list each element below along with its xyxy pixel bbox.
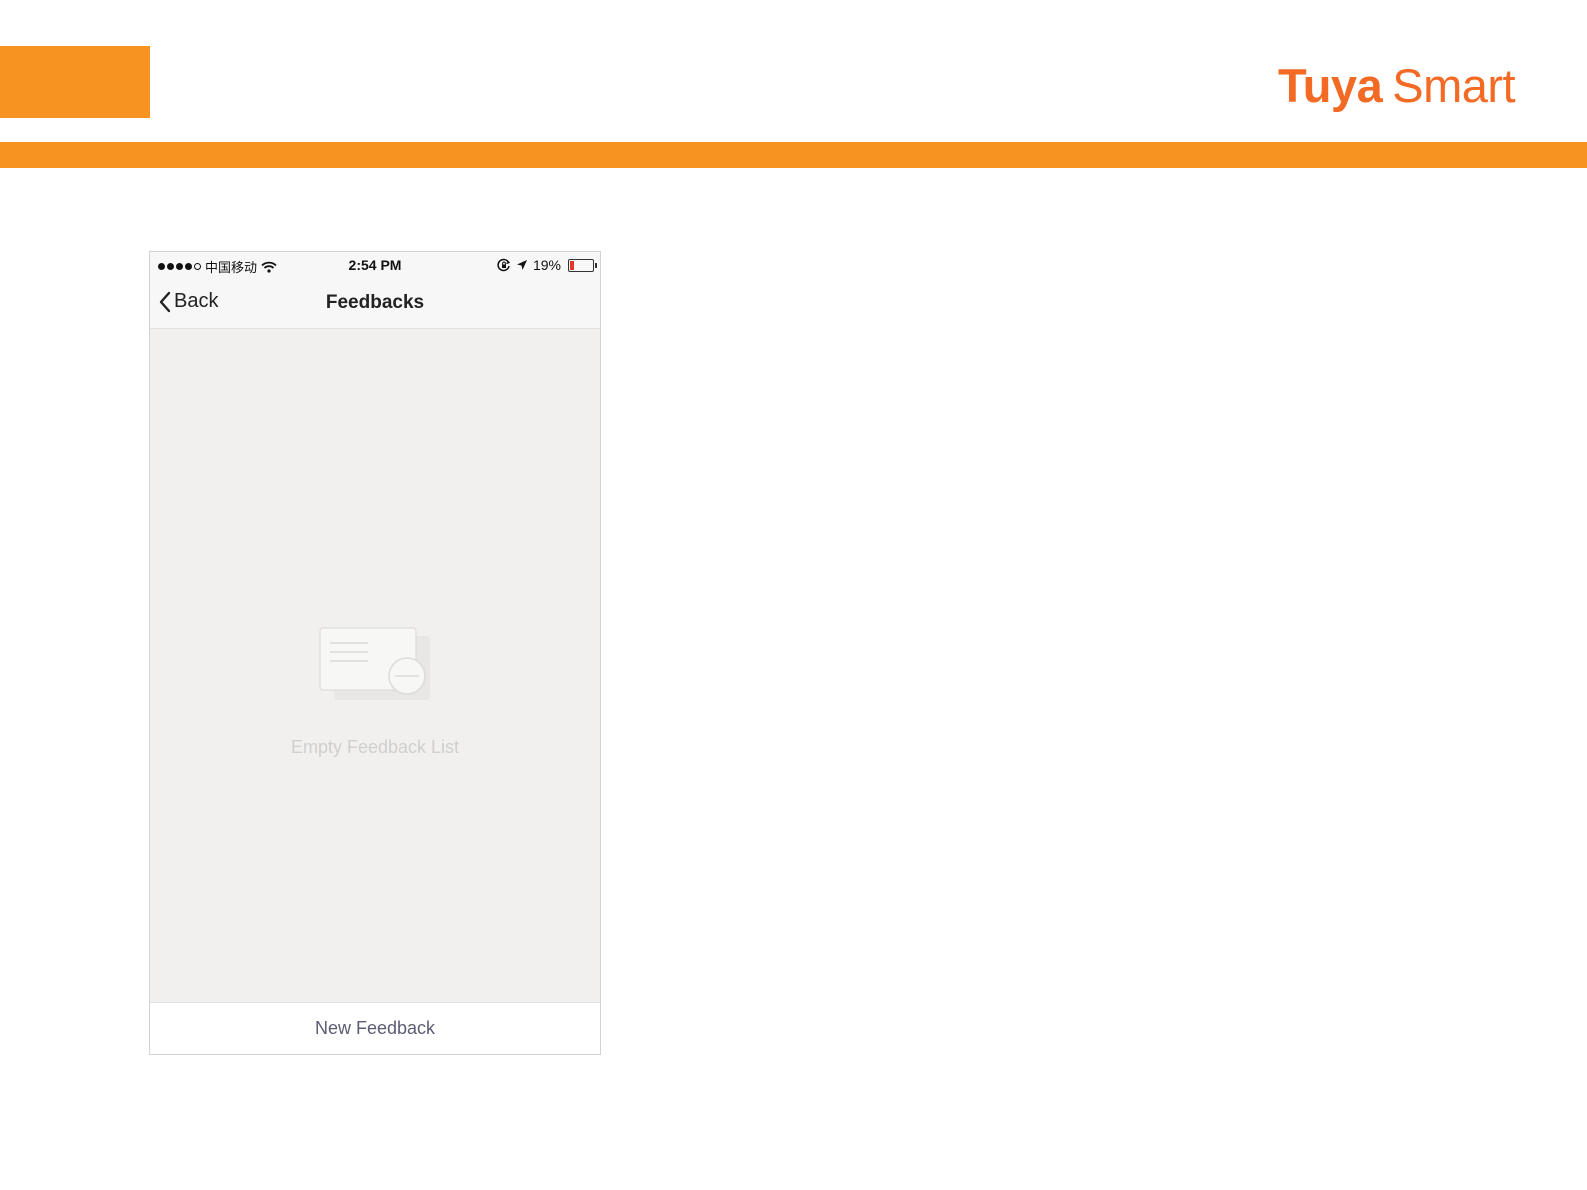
logo-bold-text: Tuya [1278, 59, 1383, 112]
location-arrow-icon [516, 260, 527, 270]
slide-header-band [0, 142, 1587, 168]
page-title: Feedbacks [325, 292, 425, 313]
empty-state-message: Empty Feedback List [290, 737, 460, 757]
battery-percentage: 19% [532, 257, 561, 273]
slide-accent-block [0, 46, 150, 118]
battery-level-fill [570, 260, 574, 270]
phone-screenshot: 中国移动 2:54 PM 19% Back Feedbacks Empty Fe… [149, 251, 601, 1055]
status-right: 19% [497, 257, 597, 273]
rotation-lock-icon [497, 258, 511, 272]
navigation-bar: Back Feedbacks [150, 278, 600, 329]
logo-light-text: Smart [1392, 59, 1516, 112]
empty-feedback-card-icon [319, 627, 430, 700]
status-bar: 中国移动 2:54 PM 19% [150, 252, 600, 278]
battery-icon [568, 258, 597, 272]
new-feedback-button[interactable]: New Feedback [150, 1002, 600, 1054]
tuya-smart-logo: Tuya Smart [1278, 58, 1516, 114]
